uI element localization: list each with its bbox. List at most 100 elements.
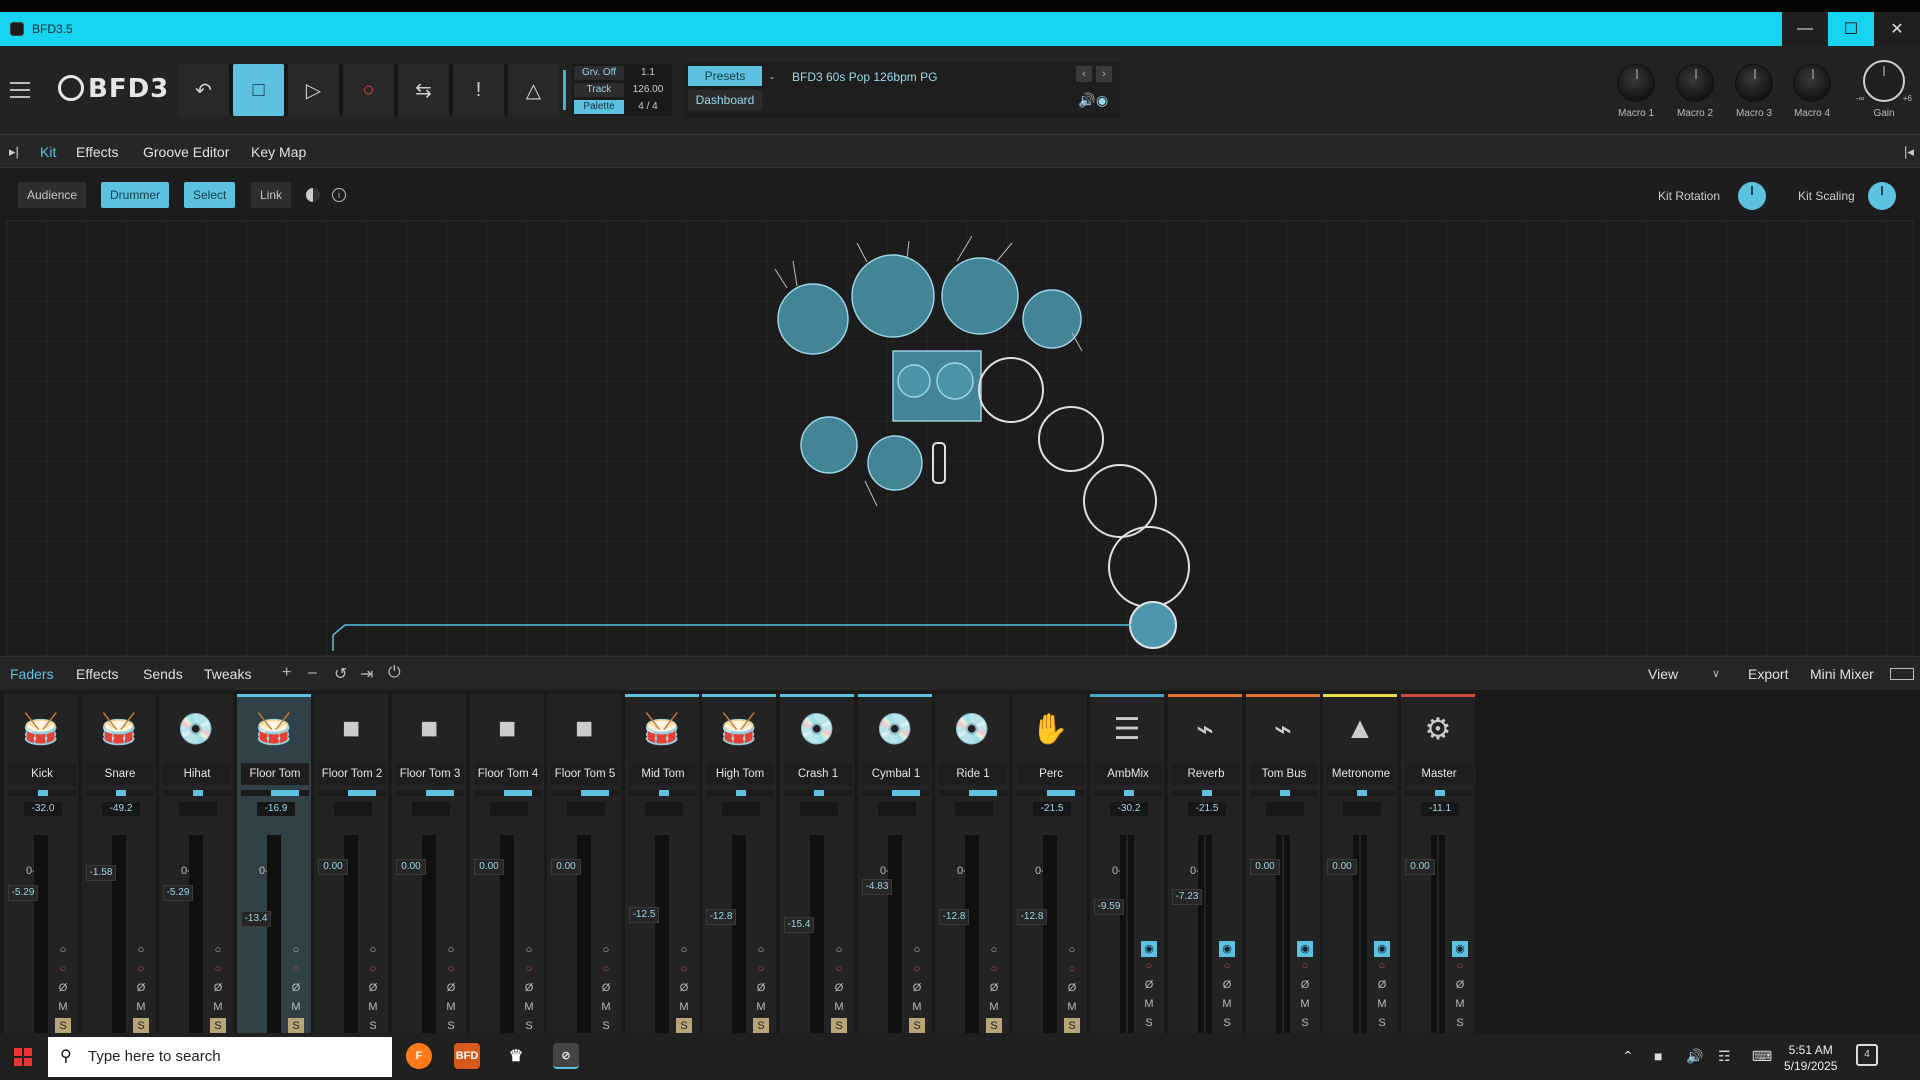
channel-strip-ride-1[interactable]: 💿Ride 10--12.8-∞○○ØMSMaster∨ [935,694,1009,1053]
fader-handle[interactable]: -12.5 [629,907,659,923]
channel-name[interactable]: Ride 1 [939,763,1007,785]
pan-slider[interactable] [1017,790,1085,796]
record-arm-icon[interactable]: ○ [753,960,769,979]
pan-slider[interactable] [939,790,1007,796]
input-icon[interactable]: ○ [133,941,149,960]
fader-track-right[interactable] [1284,835,1290,1041]
fader-handle[interactable]: 0.00 [551,859,581,875]
phase-icon[interactable]: Ø [55,979,71,998]
taskbar-search[interactable]: ⚲ Type here to search [48,1037,392,1077]
preset-name[interactable]: BFD3 60s Pop 126bpm PG [792,70,937,84]
channel-strip-reverb[interactable]: ⌁Reverb-21.50--7.23-∞◉○ØMSMaster∨ [1168,694,1242,1053]
crown-app-icon[interactable]: ♛ [503,1043,529,1069]
solo-button[interactable]: S [133,1018,149,1034]
record-arm-icon[interactable]: ○ [365,960,381,979]
solo-button[interactable]: S [909,1018,925,1034]
pan-slider[interactable] [86,790,154,796]
fader-handle[interactable]: -12.8 [939,909,969,925]
mute-button[interactable]: M [753,998,769,1017]
channel-name[interactable]: Crash 1 [784,763,852,785]
input-icon[interactable]: ○ [521,941,537,960]
solo-button[interactable]: S [831,1018,847,1034]
channel-strip-mid-tom[interactable]: 🥁Mid Tom-12.5-∞○○ØMSMaster∨ [625,694,699,1053]
notification-icon[interactable]: 4 [1856,1044,1878,1066]
fader-handle[interactable]: -15.4 [784,917,814,933]
phase-icon[interactable]: Ø [598,979,614,998]
channel-name[interactable]: Floor Tom 4 [474,763,542,785]
solo-button[interactable]: S [55,1018,71,1034]
mute-button[interactable]: M [909,998,925,1017]
record-arm-icon[interactable]: ○ [1219,957,1235,976]
channel-strip-master[interactable]: ⚙Master-11.10.00-∞◉○ØMS [1401,694,1475,1053]
record-arm-icon[interactable]: ○ [55,960,71,979]
tab-key-map[interactable]: Key Map [251,144,306,160]
fader-track-right[interactable] [1439,835,1445,1041]
dashboard-button[interactable]: Dashboard [688,90,762,110]
tempo-value[interactable]: 126.00 [624,84,672,95]
channel-name[interactable]: Metronome [1327,763,1395,785]
pan-slider[interactable] [1327,790,1395,796]
power-icon[interactable]: ⏻ [388,664,401,682]
input-icon[interactable]: ○ [986,941,1002,960]
pan-slider[interactable] [1405,790,1473,796]
fader-track-right[interactable] [1128,835,1134,1041]
pan-slider[interactable] [706,790,774,796]
phase-icon[interactable]: Ø [753,979,769,998]
pan-slider[interactable] [163,790,231,796]
input-icon[interactable]: ○ [443,941,459,960]
fader-track[interactable] [1120,835,1126,1041]
fader-handle[interactable]: -12.8 [706,909,736,925]
contrast-icon[interactable] [306,188,320,202]
groove-offset-value[interactable]: 1.1 [624,67,672,78]
windows-start-icon[interactable] [14,1048,32,1066]
channel-name[interactable]: Floor Tom 5 [551,763,619,785]
keyboard-icon[interactable]: ⌨ [1752,1048,1772,1065]
input-icon[interactable]: ○ [288,941,304,960]
macro-2-knob[interactable]: Macro 2 [1667,64,1723,119]
solo-button[interactable]: S [1374,1014,1390,1033]
channel-name[interactable]: Cymbal 1 [862,763,930,785]
channel-strip-floor-tom-4[interactable]: ■Floor Tom 40.00-∞○○ØMSMaster∨ [470,694,544,1053]
view-chevron-down-icon[interactable]: ∨ [1712,667,1720,680]
play-button[interactable]: ▷ [288,64,339,116]
phase-icon[interactable]: Ø [1219,976,1235,995]
tab-groove-editor[interactable]: Groove Editor [143,144,229,160]
mute-button[interactable]: M [1297,995,1313,1014]
fader-handle[interactable]: 0.00 [1327,859,1357,875]
tray-chevron-up-icon[interactable]: ⌃ [1622,1048,1634,1065]
channel-strip-floor-tom-2[interactable]: ■Floor Tom 20.00-∞○○ØMSMaster∨ [314,694,388,1053]
pan-slider[interactable] [396,790,464,796]
system-clock[interactable]: 5:51 AM 5/19/2025 [1784,1042,1837,1074]
link-eye-icon[interactable]: ◉ [1452,941,1468,957]
record-arm-icon[interactable]: ○ [1141,957,1157,976]
mini-mixer-button[interactable]: Mini Mixer [1810,666,1874,682]
mute-button[interactable]: M [831,998,847,1017]
presets-button[interactable]: Presets [688,66,762,86]
record-arm-icon[interactable]: ○ [1297,957,1313,976]
view-dropdown[interactable]: View [1648,666,1678,682]
channel-name[interactable]: Floor Tom 2 [318,763,386,785]
channel-strip-metronome[interactable]: ▲Metronome0.00-∞◉○ØMSMaster∨ [1323,694,1397,1053]
speaker-icon[interactable]: 🔊 [1078,92,1095,109]
mute-button[interactable]: M [365,998,381,1017]
channel-name[interactable]: Tom Bus [1250,763,1318,785]
pan-slider[interactable] [629,790,697,796]
fader-track[interactable] [1043,835,1057,1041]
fader-handle[interactable]: -5.29 [163,885,193,901]
channel-strip-ambmix[interactable]: ☰AmbMix-30.20--9.59-∞◉○ØMSMaster∨ [1090,694,1164,1053]
bfd3-taskbar-icon[interactable]: ⊘ [553,1043,579,1069]
input-icon[interactable]: ○ [831,941,847,960]
record-arm-icon[interactable]: ○ [288,960,304,979]
record-arm-icon[interactable]: ○ [831,960,847,979]
channel-name[interactable]: Floor Tom [241,763,309,785]
macro-1-knob[interactable]: Macro 1 [1608,64,1664,119]
phase-icon[interactable]: Ø [1141,976,1157,995]
record-arm-icon[interactable]: ○ [210,960,226,979]
channel-strip-crash-1[interactable]: 💿Crash 1-15.4-∞○○ØMSMaster∨ [780,694,854,1053]
input-icon[interactable]: ○ [210,941,226,960]
pan-slider[interactable] [318,790,386,796]
maximize-button[interactable]: ☐ [1828,12,1874,46]
select-button[interactable]: Select [184,182,236,208]
volume-icon[interactable]: 🔊 [1686,1048,1703,1065]
fader-handle[interactable]: 0.00 [1405,859,1435,875]
